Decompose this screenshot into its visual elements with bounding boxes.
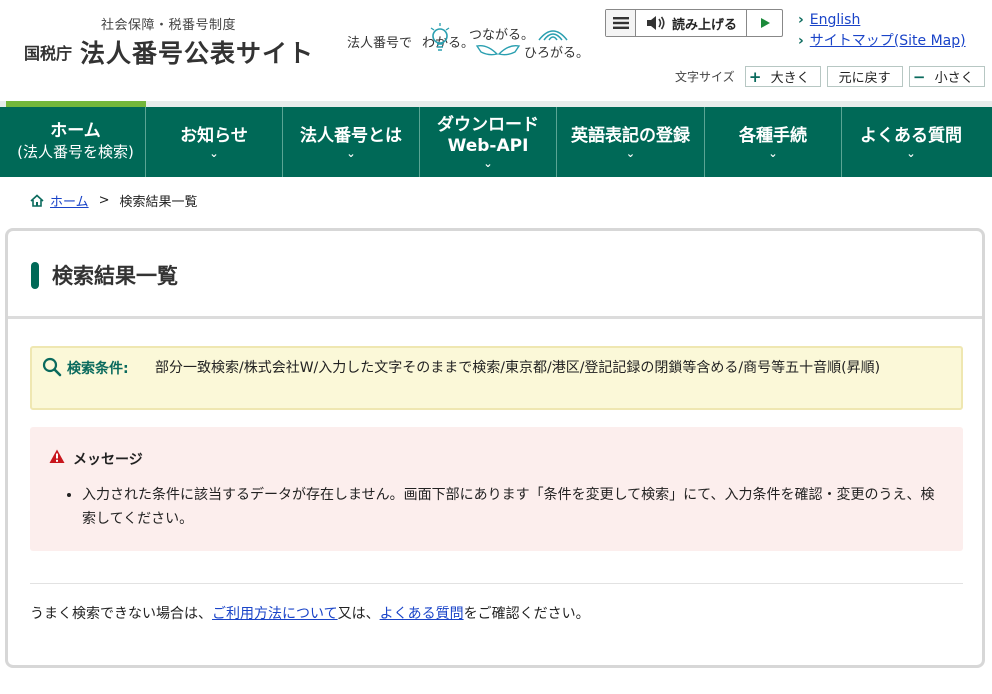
- agency-name: 国税庁: [24, 44, 73, 63]
- search-conditions-value: 部分一致検索/株式会社W/入力した文字そのままで検索/東京都/港区/登記記録の閉…: [155, 360, 881, 376]
- breadcrumb-separator: >: [98, 193, 110, 208]
- site-header: 社会保障・税番号制度 国税庁 法人番号公表サイト 法人番号で わかる。 つながる。…: [0, 0, 992, 102]
- speaker-icon: [647, 16, 665, 30]
- font-reset-button[interactable]: 元に戻す: [826, 66, 903, 87]
- nav-news-label: お知らせ: [180, 125, 248, 146]
- play-icon: [760, 18, 770, 28]
- nav-item-procedures[interactable]: 各種手続 ⌄: [705, 107, 842, 177]
- chevron-down-icon: ⌄: [209, 146, 219, 160]
- help-prefix: うまく検索できない場合は、: [30, 606, 212, 622]
- message-list: 入力された条件に該当するデータが存在しません。画面下部にあります「条件を変更して…: [82, 483, 942, 531]
- breadcrumb-current: 検索結果一覧: [119, 195, 198, 210]
- heading-accent-bar: [31, 262, 39, 289]
- top-links: English サイトマップ(Site Map): [798, 10, 966, 52]
- faq-link[interactable]: よくある質問: [380, 606, 464, 622]
- nav-faq-label: よくある質問: [860, 125, 962, 146]
- tagline-a: 法人番号で: [347, 36, 413, 51]
- site-title: 法人番号公表サイト: [80, 39, 315, 68]
- chevron-down-icon: ⌄: [906, 146, 916, 160]
- tagline: 法人番号で わかる。 つながる。 ひろがる。: [347, 22, 592, 62]
- help-suffix: をご確認ください。: [463, 606, 590, 622]
- nav-item-news[interactable]: お知らせ ⌄: [146, 107, 283, 177]
- font-size-label: 文字サイズ: [675, 70, 735, 84]
- chevron-down-icon: ⌄: [768, 146, 778, 160]
- english-link[interactable]: English: [798, 10, 966, 31]
- font-bigger-label: 大きく: [770, 71, 810, 86]
- warning-icon: [49, 449, 65, 463]
- font-size-controls: 文字サイズ + 大きく 元に戻す − 小さく: [675, 66, 991, 87]
- tagline-c: つながる。: [469, 28, 535, 43]
- nav-webapi-label: Web-API: [447, 136, 529, 156]
- nav-about-label: 法人番号とは: [300, 125, 402, 146]
- nav-item-english[interactable]: 英語表記の登録 ⌄: [557, 107, 705, 177]
- nav-download-label: ダウンロード: [437, 115, 539, 135]
- divider: [30, 583, 963, 584]
- home-icon: [30, 194, 44, 207]
- nav-item-home[interactable]: ホーム (法人番号を検索): [6, 107, 146, 177]
- breadcrumb: ホーム > 検索結果一覧: [30, 191, 198, 210]
- tagline-d: ひろがる。: [524, 46, 590, 61]
- plus-icon: +: [748, 67, 762, 86]
- nav-item-faq[interactable]: よくある質問 ⌄: [842, 107, 980, 177]
- global-nav: ホーム (法人番号を検索) お知らせ ⌄ 法人番号とは ⌄ ダウンロード Web…: [0, 107, 992, 177]
- read-aloud-button[interactable]: 読み上げる: [636, 10, 746, 36]
- menu-icon: [612, 17, 629, 29]
- main-content: 検索結果一覧 検索条件: 部分一致検索/株式会社W/入力した文字そのままで検索/…: [5, 228, 985, 668]
- nav-procedures-label: 各種手続: [739, 125, 807, 146]
- chevron-down-icon: ⌄: [346, 146, 356, 160]
- nav-item-about[interactable]: 法人番号とは ⌄: [283, 107, 420, 177]
- nav-home-label: ホーム: [50, 121, 101, 141]
- search-conditions-box: 検索条件: 部分一致検索/株式会社W/入力した文字そのままで検索/東京都/港区/…: [30, 346, 963, 410]
- play-button[interactable]: [746, 10, 782, 36]
- wave-icon: [538, 30, 568, 41]
- help-text: うまく検索できない場合は、ご利用方法について又は、よくある質問をご確認ください。: [30, 603, 590, 623]
- font-smaller-button[interactable]: − 小さく: [908, 66, 985, 87]
- read-aloud-toolbar: 読み上げる: [605, 9, 783, 37]
- help-mid: 又は、: [337, 606, 380, 622]
- read-aloud-menu-button[interactable]: [606, 10, 636, 36]
- message-title: メッセージ: [73, 452, 143, 468]
- font-reset-label: 元に戻す: [838, 71, 891, 86]
- nav-item-download[interactable]: ダウンロード Web-API ⌄: [420, 107, 557, 177]
- search-conditions-label: 検索条件:: [67, 361, 129, 377]
- page-heading: 検索結果一覧: [8, 231, 982, 319]
- search-icon: [42, 357, 62, 377]
- breadcrumb-home-link[interactable]: ホーム: [50, 191, 89, 210]
- minus-icon: −: [912, 67, 926, 86]
- nav-english-label: 英語表記の登録: [571, 125, 690, 146]
- sitemap-link[interactable]: サイトマップ(Site Map): [798, 31, 966, 52]
- usage-link[interactable]: ご利用方法について: [212, 606, 338, 622]
- page-title: 検索結果一覧: [52, 264, 178, 288]
- chevron-down-icon: ⌄: [625, 146, 636, 160]
- font-smaller-label: 小さく: [934, 71, 974, 86]
- message-item: 入力された条件に該当するデータが存在しません。画面下部にあります「条件を変更して…: [82, 483, 942, 531]
- font-bigger-button[interactable]: + 大きく: [744, 66, 821, 87]
- bulb-icon: [430, 23, 450, 51]
- nav-home-sublabel: (法人番号を検索): [17, 143, 134, 161]
- message-box: メッセージ 入力された条件に該当するデータが存在しません。画面下部にあります「条…: [30, 427, 963, 551]
- site-subtitle: 社会保障・税番号制度: [101, 18, 237, 33]
- site-logo[interactable]: 国税庁 法人番号公表サイト: [24, 34, 314, 70]
- read-aloud-label: 読み上げる: [672, 17, 738, 33]
- chevron-down-icon: ⌄: [483, 157, 493, 170]
- wings-icon: [475, 44, 521, 56]
